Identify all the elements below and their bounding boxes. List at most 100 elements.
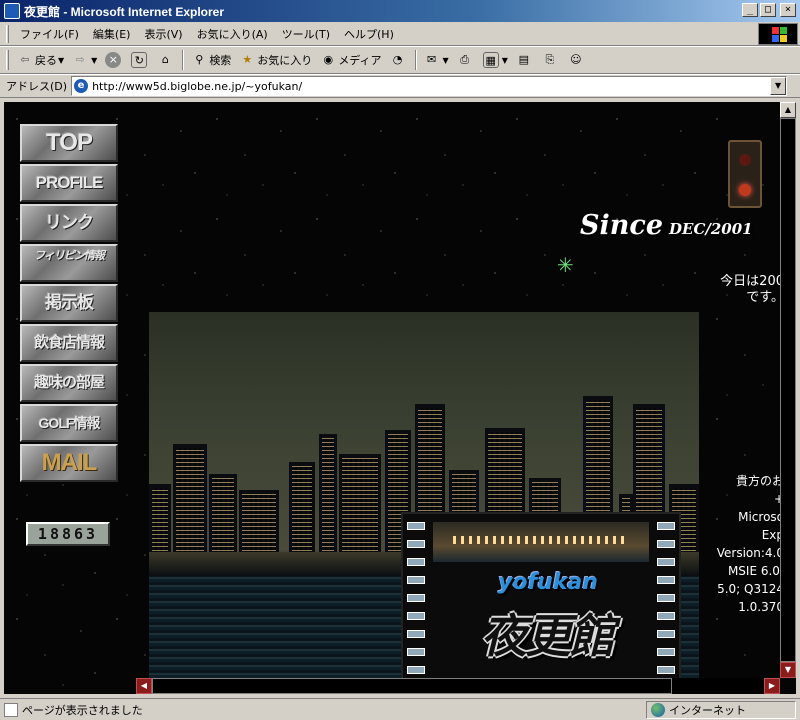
today-line-1: 今日は200 (720, 274, 784, 289)
user-agent-text: 貴方のお + Microso Exp Version:4.0 MSIE 6.0;… (684, 472, 784, 616)
edit-icon: ▦ (482, 52, 499, 68)
menu-help[interactable]: ヘルプ(H) (337, 26, 401, 42)
history-icon: ◔ (392, 53, 403, 66)
mail-icon: ✉ (426, 53, 437, 66)
search-icon: ⚲ (195, 53, 204, 66)
stop-button[interactable]: × (101, 49, 127, 71)
scroll-thumb[interactable] (780, 118, 796, 662)
today-line-2: です。 (746, 290, 784, 305)
visitor-counter: 18863 (26, 522, 110, 546)
favorites-star-icon: ★ (242, 53, 253, 66)
nav-philippines-button[interactable]: フィリピン情報 (20, 244, 118, 282)
nav-restaurant-button[interactable]: 飲食店情報 (20, 324, 118, 362)
messenger-icon: ☺ (570, 53, 582, 66)
status-bar: ページが表示されました インターネット (0, 698, 800, 720)
logo-japanese: 夜更館 (481, 609, 615, 663)
today-date-text: 今日は200 です。 (664, 274, 784, 306)
messenger-button[interactable]: ☺ (564, 49, 590, 71)
toolbar-grip[interactable] (6, 24, 9, 43)
address-bar: アドレス(D) e ▼ (0, 74, 800, 98)
vertical-scrollbar[interactable]: ▲ ▼ (780, 102, 796, 678)
print-icon: ⎙ (460, 53, 470, 66)
forward-button[interactable]: ⇨ ▼ (68, 49, 101, 71)
traffic-signal-icon (728, 140, 762, 208)
chevron-down-icon: ▼ (91, 55, 98, 65)
scroll-thumb-horizontal[interactable] (152, 678, 672, 694)
standard-toolbar: ⇦ 戻る ▼ ⇨ ▼ × ↻ ⌂ ⚲ 検索 ★ お気に入り ◉ メディア ◔ ✉… (0, 46, 800, 74)
internet-globe-icon (651, 703, 665, 717)
signal-lamp-top (739, 154, 751, 166)
ua-line: Exp (761, 528, 784, 542)
status-text: ページが表示されました (22, 703, 143, 717)
nav-hobby-button[interactable]: 趣味の部屋 (20, 364, 118, 402)
menu-bar: ファイル(F) 編集(E) 表示(V) お気に入り(A) ツール(T) ヘルプ(… (0, 22, 800, 46)
zone-label: インターネット (669, 704, 746, 717)
address-label: アドレス(D) (6, 80, 68, 93)
scroll-left-button[interactable]: ◀ (136, 678, 152, 694)
nav-golf-button[interactable]: GOLF情報 (20, 404, 118, 442)
menu-edit[interactable]: 編集(E) (86, 26, 138, 42)
toolbar-grip[interactable] (6, 50, 9, 70)
back-button[interactable]: ⇦ 戻る ▼ (13, 49, 68, 71)
scroll-right-button[interactable]: ▶ (764, 678, 780, 694)
since-banner: Since DEC/2001 (580, 210, 753, 241)
menu-tools[interactable]: ツール(T) (275, 26, 337, 42)
close-button[interactable]: × (780, 3, 796, 17)
menu-view[interactable]: 表示(V) (137, 26, 189, 42)
chevron-down-icon: ▼ (501, 55, 508, 65)
search-button[interactable]: ⚲ 検索 (187, 49, 235, 71)
home-button[interactable]: ⌂ (153, 49, 179, 71)
nav-link-button[interactable]: リンク (20, 204, 118, 242)
nav-top-button[interactable]: TOP (20, 124, 118, 162)
research-icon: ⎘ (545, 53, 555, 66)
media-button[interactable]: ◉ メディア (316, 49, 385, 71)
search-label: 検索 (209, 54, 232, 67)
refresh-icon: ↻ (131, 52, 148, 68)
menu-favorites[interactable]: お気に入り(A) (190, 26, 275, 42)
ua-line: 1.0.370 (738, 600, 784, 614)
nav-bbs-button[interactable]: 掲示板 (20, 284, 118, 322)
logo-english: yofukan (498, 570, 598, 595)
forward-arrow-icon: ⇨ (75, 53, 85, 66)
refresh-button[interactable]: ↻ (127, 49, 153, 71)
scroll-up-button[interactable]: ▲ (780, 102, 796, 118)
home-icon: ⌂ (161, 53, 169, 66)
window-controls: _ □ × (742, 3, 796, 17)
favorites-label: お気に入り (257, 54, 313, 67)
nav-mail-button[interactable]: MAIL (20, 444, 118, 482)
maximize-button[interactable]: □ (760, 3, 776, 17)
ua-line: Microso (738, 510, 784, 524)
film-frame (433, 522, 649, 562)
address-input[interactable] (92, 79, 733, 93)
ua-line: 5.0; Q3124 (717, 582, 784, 596)
horizontal-scrollbar[interactable]: ◀ ▶ (136, 678, 780, 694)
address-dropdown-button[interactable]: ▼ (770, 77, 787, 95)
minimize-button[interactable]: _ (742, 3, 758, 17)
history-button[interactable]: ◔ (386, 49, 412, 71)
page-viewport: TOP PROFILE リンク フィリピン情報 掲示板 飲食店情報 趣味の部屋 … (4, 102, 796, 694)
discuss-button[interactable]: ▤ (512, 49, 538, 71)
mail-button[interactable]: ✉ ▼ (420, 49, 453, 71)
media-label: メディア (338, 54, 382, 67)
media-icon: ◉ (323, 53, 334, 66)
since-label: Since (580, 210, 664, 241)
security-zone: インターネット (646, 701, 796, 719)
discuss-icon: ▤ (518, 53, 530, 66)
title-bar: 夜更館 - Microsoft Internet Explorer _ □ × (0, 0, 800, 22)
ua-line: 貴方のお (735, 474, 784, 488)
menu-file[interactable]: ファイル(F) (13, 26, 86, 42)
research-button[interactable]: ⎘ (538, 49, 564, 71)
ua-line: MSIE 6.0; (727, 564, 784, 578)
favorites-button[interactable]: ★ お気に入り (235, 49, 316, 71)
windows-logo-icon (758, 23, 798, 45)
print-button[interactable]: ⎙ (453, 49, 479, 71)
sparkle-star-icon: ✳ (557, 253, 574, 277)
chevron-down-icon: ▼ (58, 55, 65, 65)
ua-line: + (773, 492, 784, 506)
edit-button[interactable]: ▦ ▼ (479, 49, 512, 71)
scroll-down-button[interactable]: ▼ (780, 662, 796, 678)
back-arrow-icon: ⇦ (20, 53, 30, 66)
night-skyline-image: yofukan 夜更館 (149, 312, 699, 694)
address-field[interactable]: e ▼ (71, 76, 788, 96)
nav-profile-button[interactable]: PROFILE (20, 164, 118, 202)
